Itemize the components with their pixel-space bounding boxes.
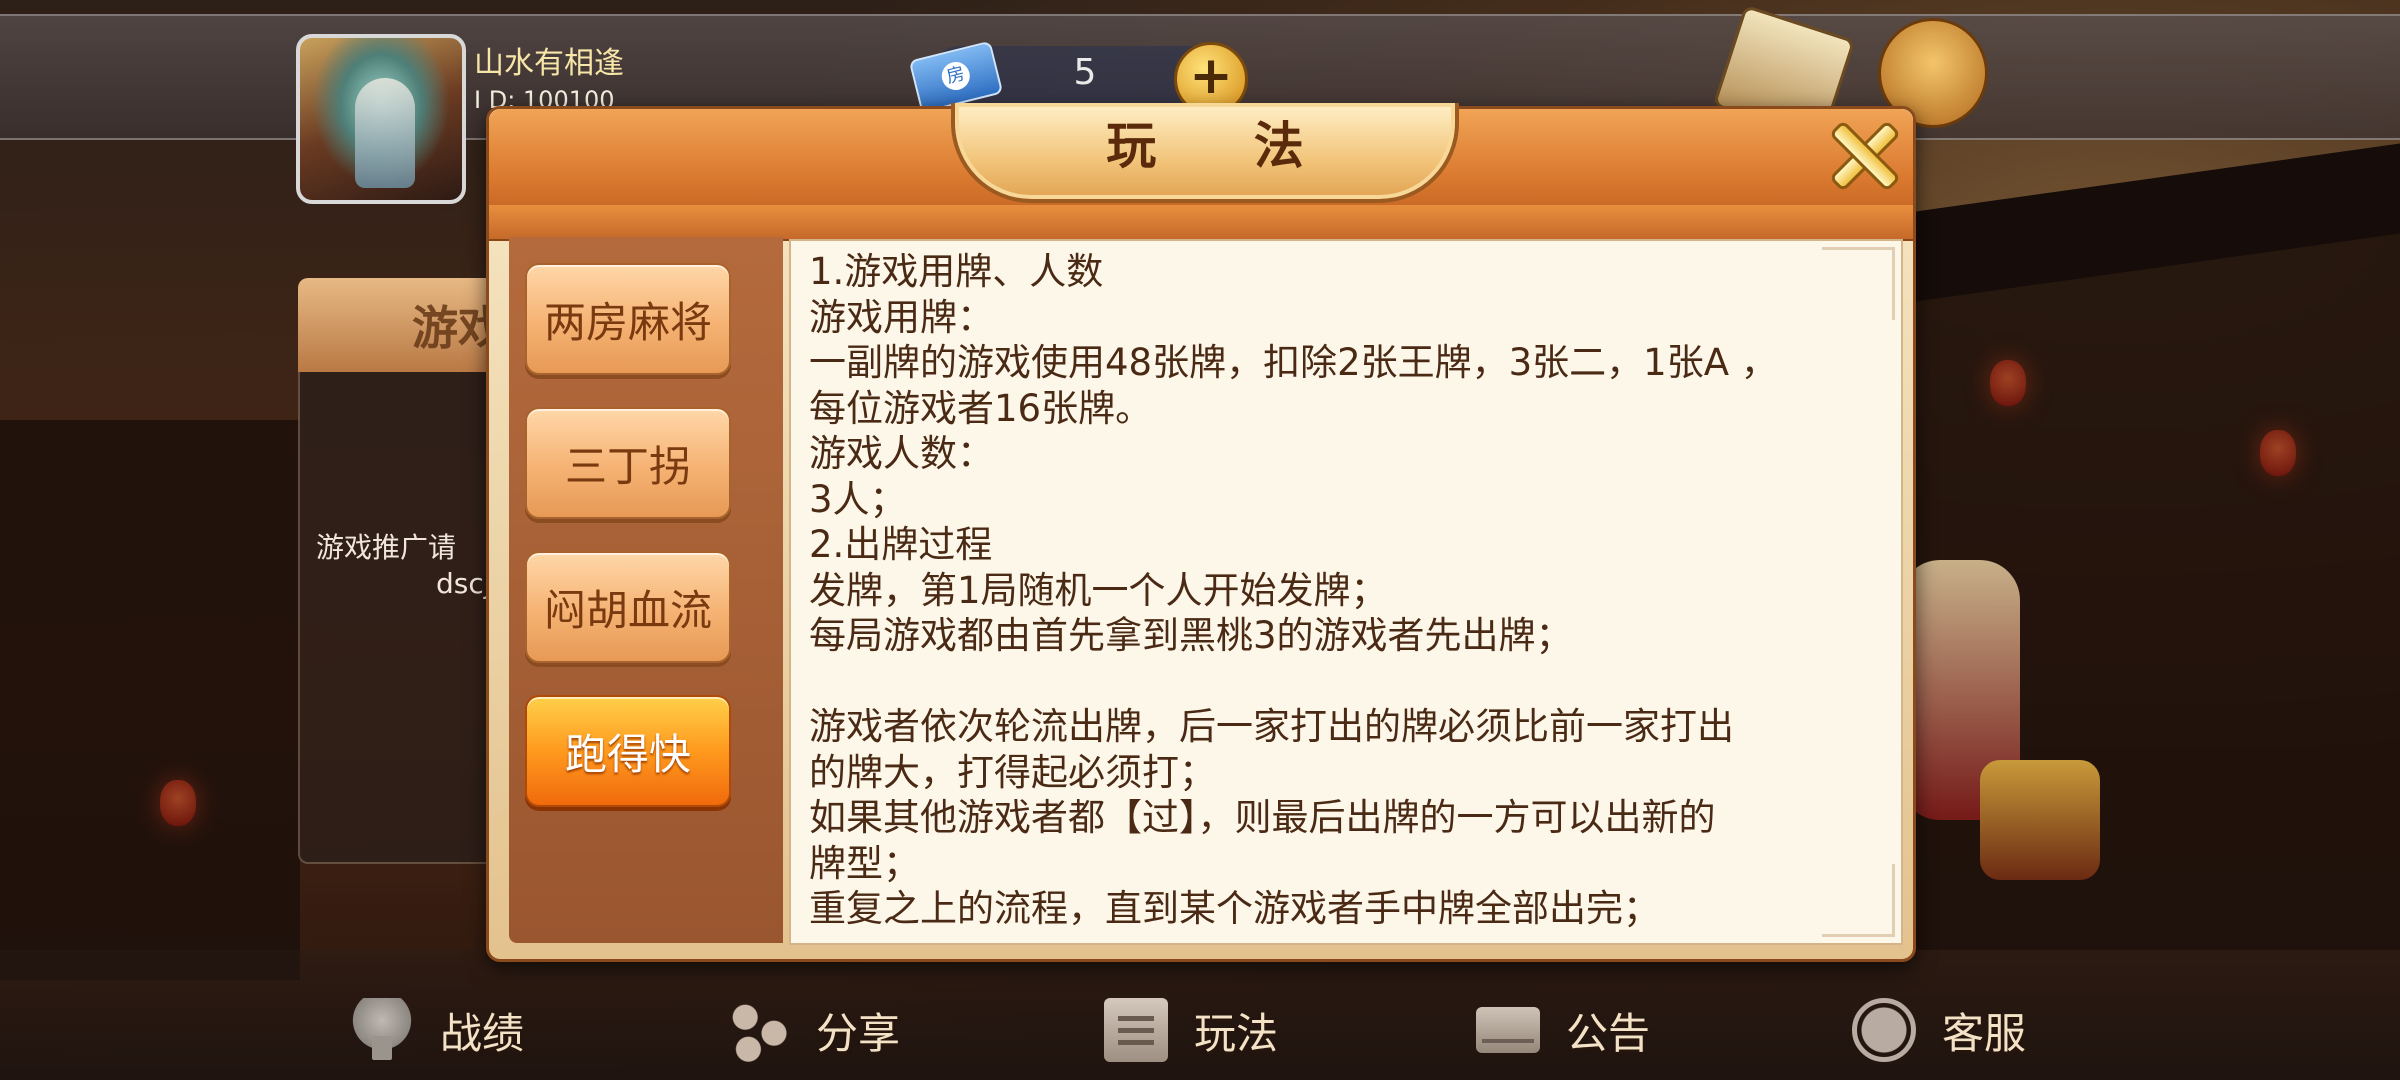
customer-service-icon xyxy=(1852,998,1916,1062)
tab-menhu-xueliu[interactable]: 闷胡血流 xyxy=(525,551,731,663)
rules-text: 1.游戏用牌、人数 游戏用牌： 一副牌的游戏使用48张牌，扣除2张王牌，3张二，1张… xyxy=(809,249,1891,932)
nav-announcement[interactable]: 公告 xyxy=(1476,990,1650,1070)
nav-customer-service[interactable]: 客服 xyxy=(1852,990,2026,1070)
rules-line: 游戏人数： xyxy=(809,432,994,475)
room-card-count: 5 xyxy=(1073,52,1097,93)
mail-icon xyxy=(1476,1007,1540,1053)
rules-line: 如果其他游戏者都【过】，则最后出牌的一方可以出新的 xyxy=(809,796,1716,839)
promo-panel-text: 游戏推广请 dscj xyxy=(316,531,492,600)
dialog-title-plaque: 玩 法 xyxy=(951,103,1459,203)
rules-line: 游戏用牌： xyxy=(809,295,994,339)
rules-line: 每位游戏者16张牌。 xyxy=(809,386,1153,430)
share-icon xyxy=(726,998,790,1062)
rules-dialog: 玩 法 两房麻将 三丁拐 闷胡血流 跑得快 1.游戏用牌、人数 游戏用牌： 一副牌的… xyxy=(486,103,1916,962)
nav-records-label: 战绩 xyxy=(440,1008,525,1058)
nav-share-label: 分享 xyxy=(816,1008,901,1058)
user-avatar[interactable] xyxy=(296,34,466,204)
dialog-title: 玩 法 xyxy=(1106,117,1344,175)
rules-line: 的牌大，打得起必须打； xyxy=(809,750,1216,794)
rules-content-scroll[interactable]: 1.游戏用牌、人数 游戏用牌： 一副牌的游戏使用48张牌，扣除2张王牌，3张二，1张… xyxy=(789,239,1903,945)
rules-line: 一副牌的游戏使用48张牌，扣除2张王牌，3张二，1张A ， xyxy=(809,341,1778,384)
nav-customer-service-label: 客服 xyxy=(1942,1008,2027,1058)
nav-rules-label: 玩法 xyxy=(1194,1008,1279,1058)
game-tabs: 两房麻将 三丁拐 闷胡血流 跑得快 xyxy=(509,237,783,943)
close-button[interactable] xyxy=(1825,117,1897,189)
rules-line: 1.游戏用牌、人数 xyxy=(809,250,1104,293)
rulebook-icon xyxy=(1104,998,1168,1062)
rules-line: 3人； xyxy=(809,477,907,521)
rules-line xyxy=(809,659,1891,705)
username: 山水有相逢 xyxy=(474,46,624,81)
trophy-icon xyxy=(350,998,414,1062)
nav-share[interactable]: 分享 xyxy=(726,990,900,1070)
tab-sandingguai[interactable]: 三丁拐 xyxy=(525,407,731,519)
rules-line: 2.出牌过程 xyxy=(809,523,993,566)
rules-line: 游戏者依次轮流出牌，后一家打出的牌必须比前一家打出 xyxy=(809,705,1734,748)
tab-paodekuai[interactable]: 跑得快 xyxy=(525,695,731,807)
tab-liangfang-mahjong[interactable]: 两房麻将 xyxy=(525,263,731,375)
nav-announcement-label: 公告 xyxy=(1566,1008,1651,1058)
rules-line: 重复之上的流程，直到某个游戏者手中牌全部出完； xyxy=(809,887,1660,930)
mascot-character xyxy=(1900,560,2120,910)
rules-line: 每局游戏都由首先拿到黑桃3的游戏者先出牌； xyxy=(809,614,1573,657)
nav-records[interactable]: 战绩 xyxy=(350,990,524,1070)
rules-line: 牌型； xyxy=(809,841,920,885)
rules-line: 发牌，第1局随机一个人开始发牌； xyxy=(809,568,1388,612)
nav-rules[interactable]: 玩法 xyxy=(1104,990,1278,1070)
